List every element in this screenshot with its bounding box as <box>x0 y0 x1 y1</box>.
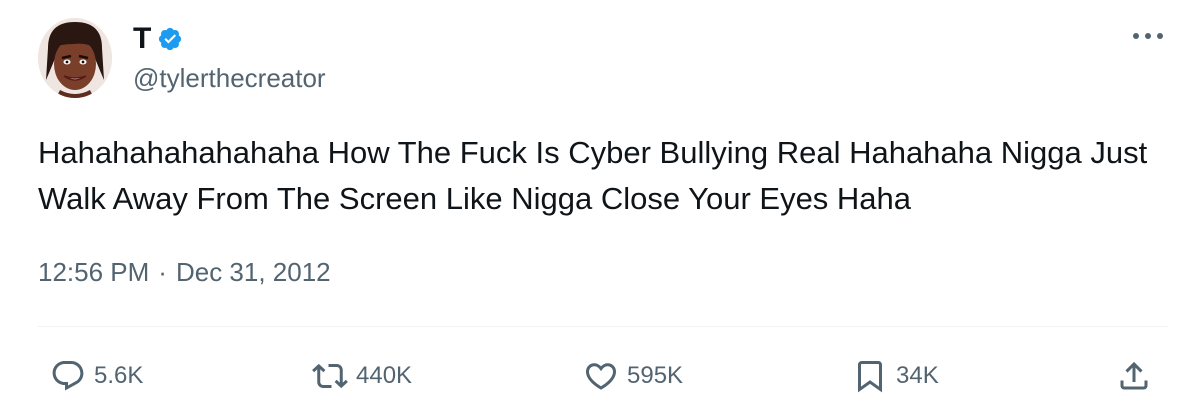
like-count: 595K <box>627 362 684 389</box>
bookmark-count: 34K <box>896 362 939 389</box>
retweet-button[interactable]: 440K <box>312 356 412 396</box>
bookmark-icon <box>858 361 882 393</box>
more-icon <box>1133 33 1163 39</box>
retweet-count: 440K <box>356 362 413 389</box>
tweet-time[interactable]: 12:56 PM <box>38 256 149 288</box>
avatar-image <box>38 18 112 98</box>
reply-icon <box>52 361 84 391</box>
author-handle[interactable]: @tylerthecreator <box>133 63 326 93</box>
reply-count: 5.6K <box>94 362 144 389</box>
tweet-text: Hahahahahahahaha How The Fuck Is Cyber B… <box>38 135 1148 216</box>
like-button[interactable]: 595K <box>583 356 683 396</box>
author-name-row: T <box>133 22 183 56</box>
tweet: T @tylerthecreator Hahahahahahahaha How … <box>0 0 1196 420</box>
heart-icon <box>585 363 617 390</box>
retweet-icon <box>312 363 348 389</box>
share-icon <box>1120 361 1148 390</box>
tweet-date[interactable]: Dec 31, 2012 <box>176 256 331 288</box>
share-button[interactable] <box>1116 356 1152 396</box>
author-display-name[interactable]: T <box>133 22 151 56</box>
more-options-button[interactable] <box>1128 24 1168 48</box>
tweet-timestamp: 12:56 PM · Dec 31, 2012 <box>38 256 331 288</box>
avatar[interactable] <box>38 18 112 98</box>
timestamp-separator: · <box>158 257 167 287</box>
verified-badge-icon[interactable] <box>157 26 183 52</box>
reply-button[interactable]: 5.6K <box>50 356 143 396</box>
divider <box>38 326 1168 327</box>
bookmark-button[interactable]: 34K <box>852 356 939 396</box>
